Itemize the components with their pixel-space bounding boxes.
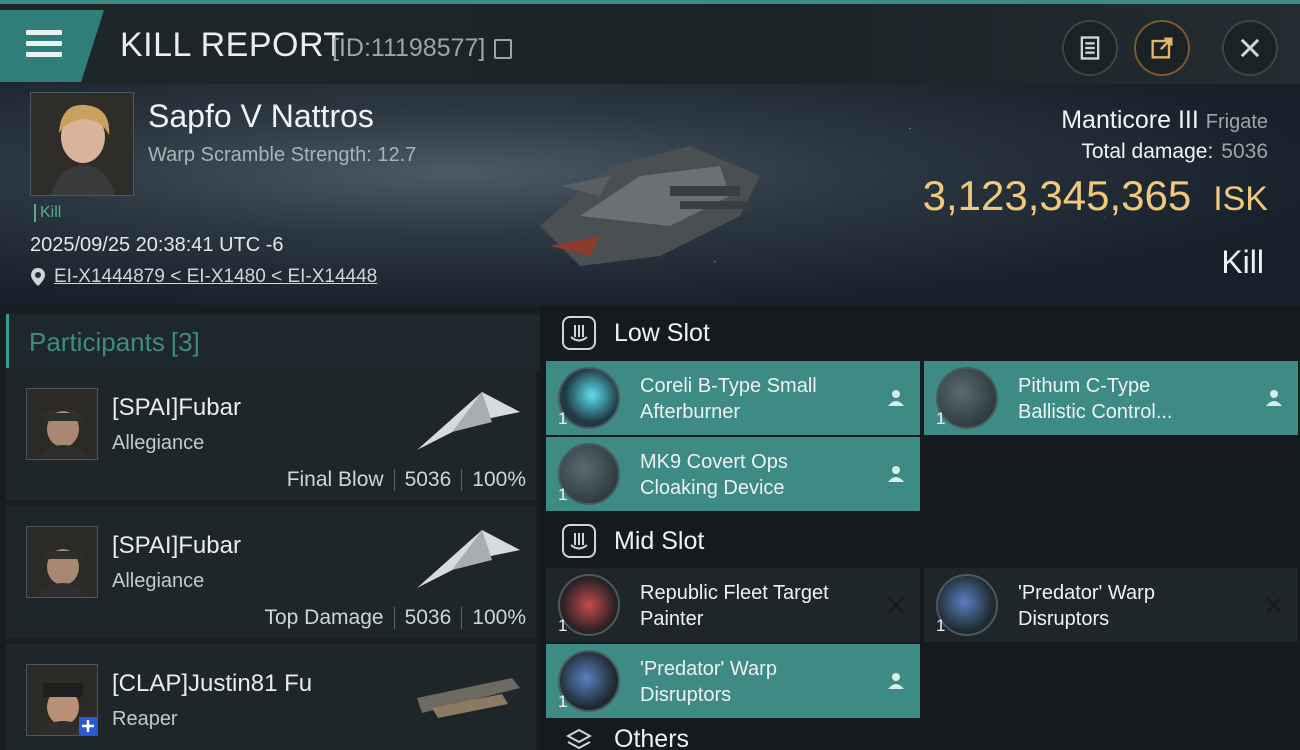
- location-link[interactable]: EI-X1444879 < EI-X1480 < EI-X14448: [54, 266, 377, 288]
- destroyed-icon: [1266, 597, 1282, 613]
- module-card[interactable]: 1 Pithum C-Type Ballistic Control...: [924, 361, 1298, 435]
- module-quantity: 1: [936, 616, 946, 635]
- participant-row[interactable]: [CLAP]Justin81 Fu Reaper: [6, 644, 536, 750]
- module-quantity: 1: [558, 692, 568, 711]
- share-button[interactable]: [1134, 20, 1190, 76]
- participant-stats: Final Blow 5036 100%: [286, 468, 526, 491]
- module-quantity: 1: [558, 616, 568, 635]
- others-icon: [562, 724, 596, 750]
- total-damage: Total damage: 5036: [1081, 140, 1268, 163]
- mid-slot-header: Mid Slot: [546, 514, 704, 568]
- kill-result: Kill: [1221, 244, 1264, 280]
- low-slot-icon: [562, 316, 596, 350]
- victim-summary: Sapfo V Nattros Warp Scramble Strength: …: [0, 84, 1300, 306]
- report-id: [ID:11198577]: [332, 34, 486, 62]
- mid-slot-icon: [562, 524, 596, 558]
- mid-slot-title: Mid Slot: [614, 526, 705, 555]
- victim-ship-image[interactable]: [520, 106, 780, 286]
- module-card[interactable]: 1 MK9 Covert Ops Cloaking Device: [546, 437, 920, 511]
- module-name: 'Predator' Warp Disruptors: [1018, 582, 1155, 630]
- dropped-icon: [1266, 390, 1282, 406]
- module-name: 'Predator' Warp Disruptors: [640, 658, 777, 706]
- kill-datetime: 2025/09/25 20:38:41 UTC -6: [30, 234, 284, 256]
- participant-name[interactable]: [SPAI]Fubar: [112, 394, 241, 422]
- fitting-panel: Low Slot 1 Coreli B-Type Small Afterburne…: [540, 306, 1300, 750]
- victim-ship-name[interactable]: Manticore III Frigate: [1061, 106, 1268, 135]
- module-card[interactable]: 1 'Predator' Warp Disruptors: [924, 568, 1298, 642]
- participant-row[interactable]: [SPAI]Fubar Allegiance Top Damage 5036 1…: [6, 506, 536, 638]
- participant-avatar[interactable]: [26, 388, 98, 460]
- module-quantity: 1: [558, 409, 568, 428]
- location-pin-icon: [31, 268, 45, 286]
- participants-header: Participants [3]: [6, 314, 540, 370]
- header-bar: KILL REPORT [ID:11198577]: [0, 0, 1300, 84]
- participant-name[interactable]: [CLAP]Justin81 Fu: [112, 670, 312, 698]
- dropped-icon: [888, 390, 904, 406]
- module-card[interactable]: 1 Republic Fleet Target Painter: [546, 568, 920, 642]
- participant-ship: Reaper: [112, 708, 178, 730]
- menu-button[interactable]: [0, 10, 104, 82]
- low-slot-title: Low Slot: [614, 318, 710, 347]
- dropped-icon: [888, 466, 904, 482]
- others-title: Others: [614, 724, 690, 750]
- module-name: Coreli B-Type Small Afterburner: [640, 375, 817, 423]
- low-slot-header: Low Slot: [546, 306, 710, 360]
- participant-ship-image[interactable]: [412, 520, 522, 590]
- participant-stats: Top Damage 5036 100%: [264, 606, 526, 629]
- document-icon: [1080, 36, 1100, 60]
- victim-name[interactable]: Sapfo V Nattros: [148, 98, 374, 135]
- module-name: Pithum C-Type Ballistic Control...: [1018, 375, 1173, 423]
- others-header: Others: [546, 724, 689, 750]
- participant-ship: Allegiance: [112, 432, 205, 454]
- participant-avatar[interactable]: [26, 664, 98, 736]
- kill-location[interactable]: EI-X1444879 < EI-X1480 < EI-X14448: [30, 266, 377, 288]
- warp-scramble-strength: Warp Scramble Strength: 12.7: [148, 144, 417, 166]
- participant-ship-image[interactable]: [412, 658, 522, 728]
- module-quantity: 1: [558, 485, 568, 504]
- participant-ship-image[interactable]: [412, 382, 522, 452]
- participant-name[interactable]: [SPAI]Fubar: [112, 532, 241, 560]
- close-button[interactable]: [1222, 20, 1278, 76]
- module-card[interactable]: 1 'Predator' Warp Disruptors: [546, 644, 920, 718]
- participant-avatar[interactable]: [26, 526, 98, 598]
- victim-ship-class: Frigate: [1205, 111, 1268, 133]
- module-name: MK9 Covert Ops Cloaking Device: [640, 451, 788, 499]
- participant-ship: Allegiance: [112, 570, 205, 592]
- participant-row[interactable]: [SPAI]Fubar Allegiance Final Blow 5036 1…: [6, 368, 536, 500]
- isk-value: 3,123,345,365 ISK: [922, 172, 1268, 219]
- module-name: Republic Fleet Target Painter: [640, 582, 829, 630]
- kill-tag: Kill: [34, 204, 61, 222]
- victim-portrait[interactable]: [30, 92, 134, 196]
- share-icon: [1151, 37, 1173, 59]
- module-card[interactable]: 1 Coreli B-Type Small Afterburner: [546, 361, 920, 435]
- destroyed-icon: [888, 597, 904, 613]
- close-icon: [1240, 38, 1260, 58]
- page-title: KILL REPORT: [120, 26, 345, 64]
- copy-icon[interactable]: [494, 39, 512, 59]
- menu-icon: [26, 30, 62, 60]
- dropped-icon: [888, 673, 904, 689]
- report-document-button[interactable]: [1062, 20, 1118, 76]
- module-quantity: 1: [936, 409, 946, 428]
- participants-panel: Participants [3] [SPAI]Fubar Allegiance …: [0, 306, 540, 750]
